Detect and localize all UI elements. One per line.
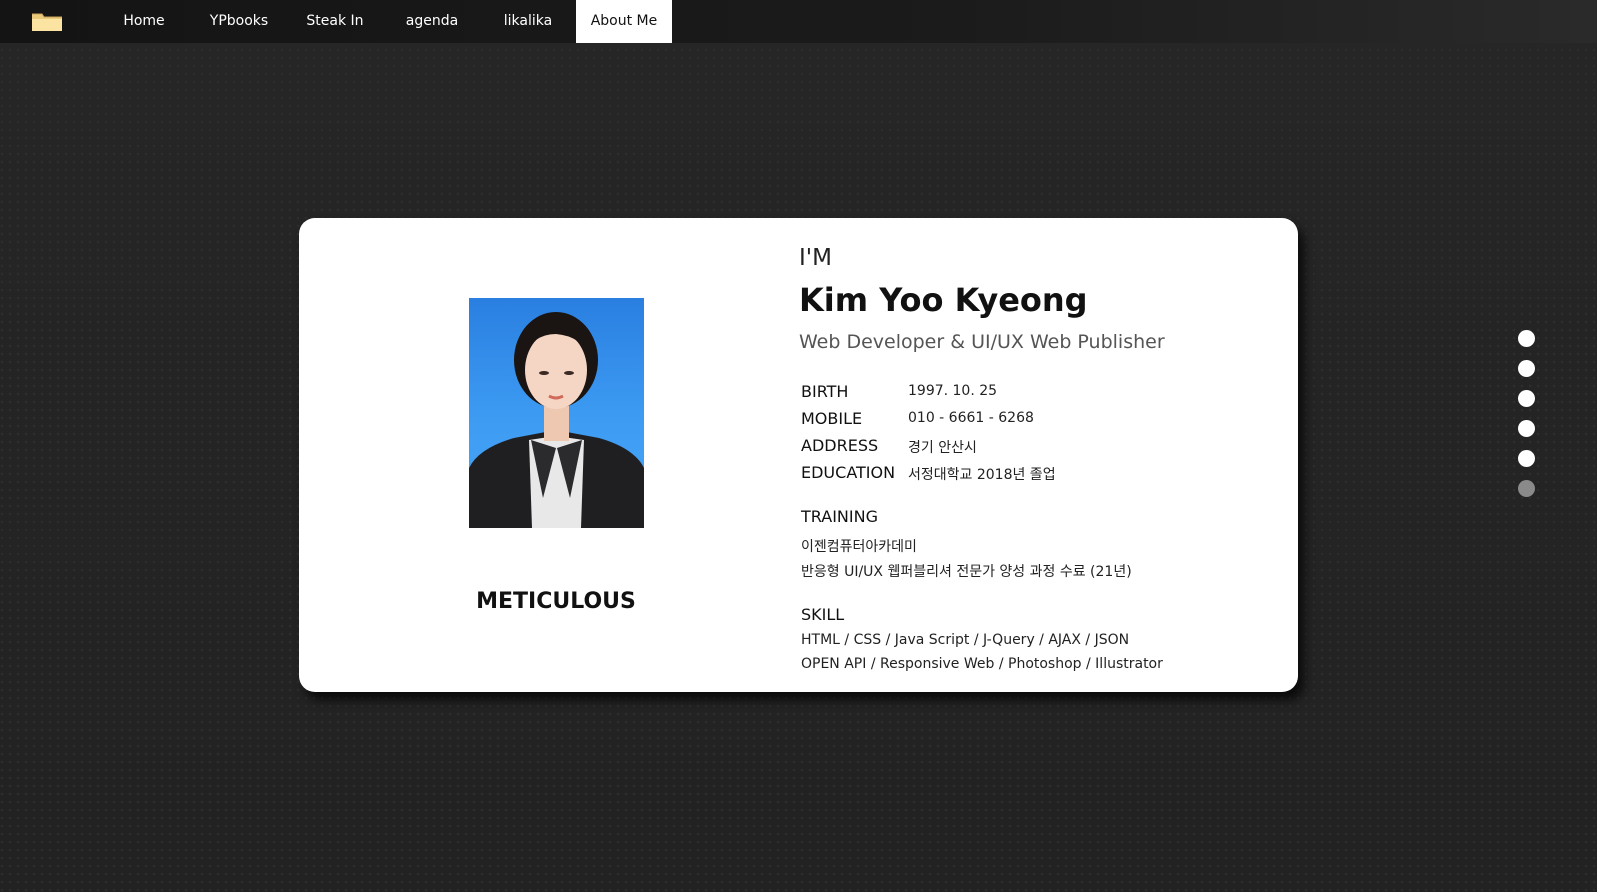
nav-agenda[interactable]: agenda [398,0,466,43]
pager-dot[interactable] [1518,420,1535,437]
nav-about-me[interactable]: About Me [576,0,672,43]
nav-ypbooks[interactable]: YPbooks [200,0,278,43]
skill-line: OPEN API / Responsive Web / Photoshop / … [801,656,1163,672]
pager-dot[interactable] [1518,330,1535,347]
detail-label: EDUCATION [801,463,896,482]
nav-home[interactable]: Home [112,0,176,43]
detail-value: 010 - 6661 - 6268 [908,410,1034,426]
nav-likalika[interactable]: likalika [494,0,562,43]
pager-dot[interactable] [1518,450,1535,467]
training-title: TRAINING [801,507,878,526]
detail-value: 서정대학교 2018년 졸업 [908,467,1056,483]
profile-role: Web Developer & UI/UX Web Publisher [799,331,1165,353]
profile-name: Kim Yoo Kyeong [799,281,1088,319]
pager-dot-active[interactable] [1518,480,1535,497]
pager-dot[interactable] [1518,360,1535,377]
detail-label: MOBILE [801,409,863,428]
pager-dot[interactable] [1518,390,1535,407]
profile-photo [469,298,644,528]
nav-steak-in[interactable]: Steak In [298,0,372,43]
detail-value: 1997. 10. 25 [908,383,998,399]
skill-line: HTML / CSS / Java Script / J-Query / AJA… [801,632,1130,648]
intro-text: I'M [799,245,832,271]
detail-label: ADDRESS [801,436,879,455]
skill-title: SKILL [801,605,845,624]
detail-value: 경기 안산시 [908,440,977,456]
top-navigation-bar: Home YPbooks Steak In agenda likalika Ab… [0,0,1597,43]
detail-label: BIRTH [801,382,849,401]
folder-icon[interactable] [31,11,63,32]
training-line: 이젠컴퓨터아카데미 [801,539,917,555]
profile-card: METICULOUS I'M Kim Yoo Kyeong Web Develo… [299,218,1298,692]
trait-label: METICULOUS [476,589,636,614]
training-line: 반응형 UI/UX 웹퍼블리셔 전문가 양성 과정 수료 (21년) [801,564,1132,580]
